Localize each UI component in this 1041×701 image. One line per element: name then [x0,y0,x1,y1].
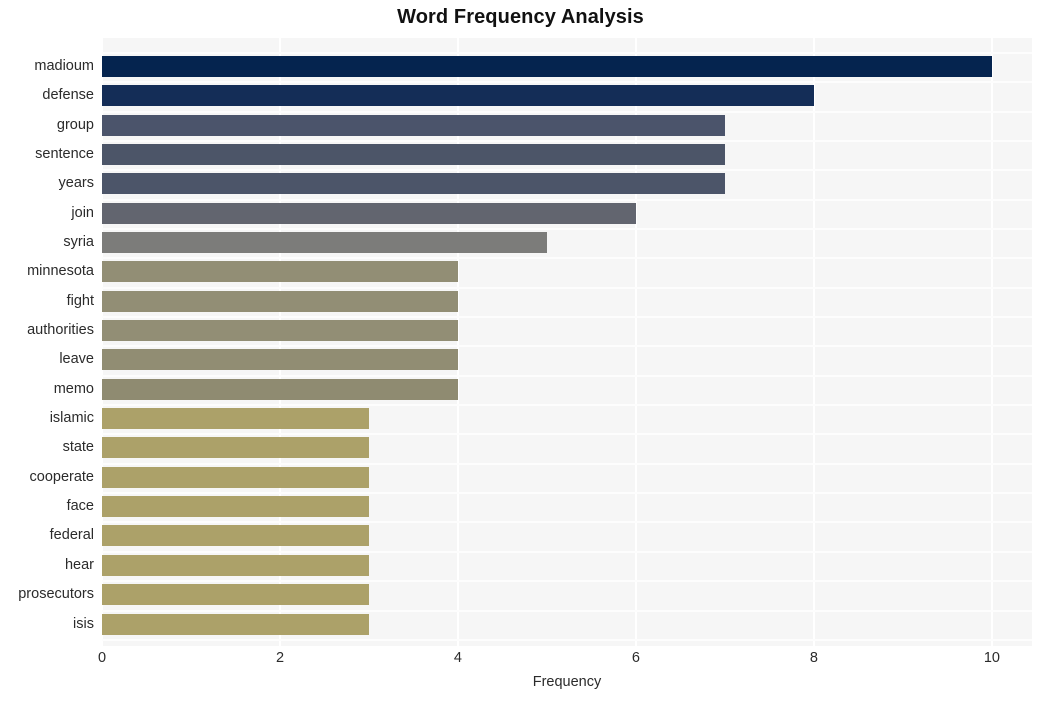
bar[interactable] [102,408,369,429]
x-axis-tick-label: 6 [631,650,640,666]
bar[interactable] [102,115,725,136]
plot-area [102,38,1032,646]
bar[interactable] [102,379,458,400]
y-axis-tick-label: madioum [34,58,94,74]
bar[interactable] [102,467,369,488]
bar[interactable] [102,261,458,282]
y-axis-tick-label: group [56,117,94,133]
bar[interactable] [102,203,636,224]
y-axis-tick-label: sentence [35,146,94,162]
y-axis-tick-label: face [66,498,94,514]
bar[interactable] [102,85,814,106]
x-axis-tick-label: 8 [809,650,818,666]
bar[interactable] [102,496,369,517]
y-axis-tick-label: hear [64,557,94,573]
y-axis-tick-label: cooperate [29,469,95,485]
y-axis-tick-label: leave [59,351,94,367]
y-axis-tick-label: authorities [27,322,94,338]
y-axis-tick-label: years [58,175,94,191]
x-axis-title: Frequency [532,674,602,690]
x-axis-tick-label: 10 [983,650,1000,666]
x-axis-tick-labels: 0 2 4 6 8 10 [0,650,1041,674]
x-axis-tick-label: 4 [453,650,462,666]
bar[interactable] [102,584,369,605]
y-axis-tick-label: syria [63,234,94,250]
y-axis-tick-label: join [71,205,94,221]
bar[interactable] [102,614,369,635]
chart-title: Word Frequency Analysis [397,6,644,28]
y-axis-tick-label: isis [73,616,94,632]
y-axis-tick-label: minnesota [27,263,94,279]
y-axis-tick-label: federal [49,527,94,543]
x-axis-tick-label: 0 [97,650,107,666]
y-axis-tick-label: defense [42,87,94,103]
bar[interactable] [102,320,458,341]
bar[interactable] [102,555,369,576]
bar[interactable] [102,525,369,546]
bar[interactable] [102,173,725,194]
y-axis-tick-label: prosecutors [18,586,94,602]
bar[interactable] [102,232,547,253]
bar[interactable] [102,291,458,312]
y-axis-tick-label: state [62,439,94,455]
y-axis-tick-label: memo [53,381,94,397]
bars-layer [102,38,1032,646]
bar[interactable] [102,349,458,370]
bar[interactable] [102,144,725,165]
x-axis-tick-label: 2 [275,650,285,666]
bar[interactable] [102,56,992,77]
y-axis-tick-label: fight [66,293,94,309]
bar[interactable] [102,437,369,458]
word-frequency-chart: Word Frequency Analysis madioum defense gr… [0,0,1041,701]
y-axis-tick-label: islamic [49,410,94,426]
y-axis-tick-labels: madioum defense group sentence years join syri… [0,38,94,646]
